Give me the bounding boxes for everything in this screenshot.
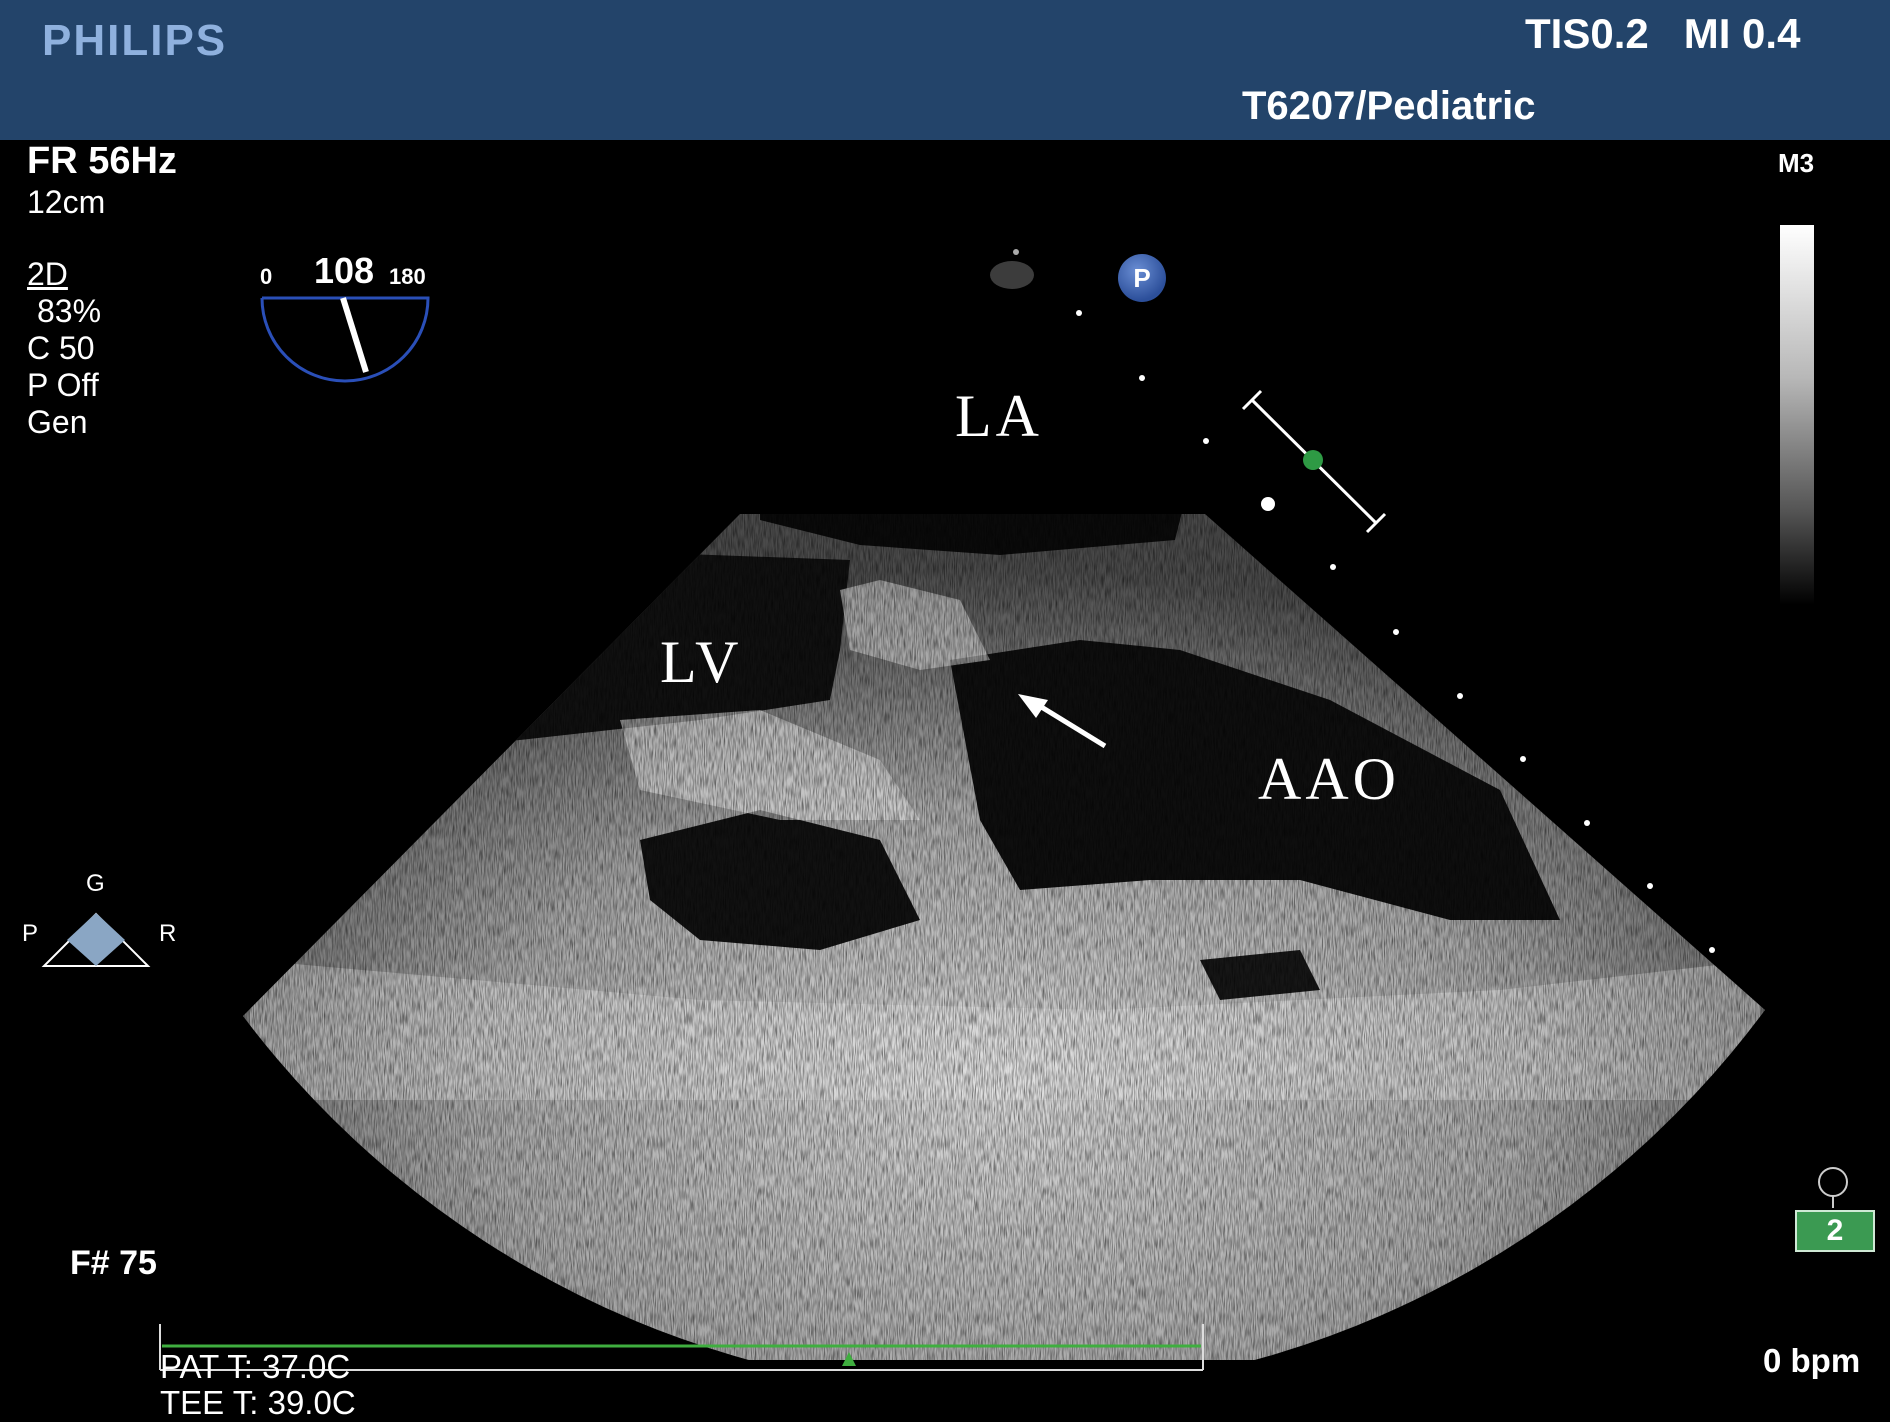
tee-temperature: TEE T: 39.0C — [160, 1384, 356, 1421]
label-left-ventricle: LV — [660, 629, 743, 695]
angle-max-label: 180 — [389, 264, 426, 289]
angle-value: 108 — [314, 250, 375, 291]
sector-scan — [243, 514, 1765, 1360]
focal-zone-caliper[interactable] — [1241, 389, 1387, 534]
label-left-atrium: LA — [955, 383, 1043, 449]
angle-min-label: 0 — [260, 264, 273, 289]
depth: 12cm — [27, 184, 106, 220]
label-ascending-aorta: AAO — [1258, 746, 1400, 812]
patient-temperature: PAT T: 37.0C — [160, 1348, 351, 1385]
probe-marker-icon: P — [1118, 254, 1166, 302]
gain-value: 83% — [37, 293, 102, 329]
frame-rate: FR 56Hz — [27, 140, 177, 182]
frame-number: F# 75 — [70, 1244, 157, 1282]
orientation-icon — [41, 912, 151, 967]
ultrasound-image — [41, 249, 1848, 1371]
heart-rate: 0 bpm — [1763, 1342, 1861, 1379]
persistence-value: P Off — [27, 367, 99, 403]
mode-label: 2D — [27, 256, 68, 292]
orientation-top-label: G — [86, 870, 105, 897]
compression-value: C 50 — [27, 330, 95, 366]
orientation-right-label: R — [159, 920, 177, 947]
imaging-parameters: 2D 83% C 50 P Off Gen — [27, 256, 101, 441]
respiration-icon — [1818, 1167, 1848, 1208]
respiration-number: 2 — [1795, 1210, 1875, 1252]
grayscale-bar — [1780, 225, 1814, 605]
grayscale-map-label: M3 — [1778, 148, 1815, 178]
multiplane-angle-icon — [260, 296, 430, 383]
resolution-value: Gen — [27, 404, 88, 440]
orientation-left-label: P — [22, 920, 39, 947]
transducer-marker-icon — [990, 261, 1034, 289]
